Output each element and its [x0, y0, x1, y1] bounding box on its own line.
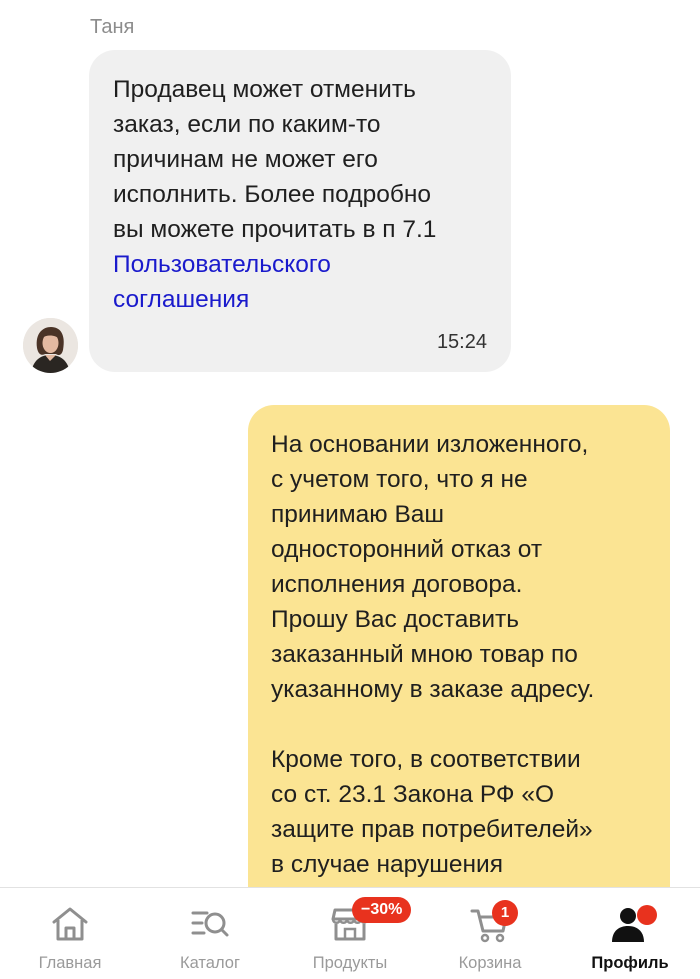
tab-label: Продукты	[312, 954, 388, 972]
tab-profile[interactable]: Профиль	[560, 888, 700, 979]
message-line: с учетом того, что я не	[271, 466, 528, 493]
message-line: вы можете прочитать в п 7.1	[113, 216, 437, 243]
message-line: заказанный мною товар по	[271, 641, 578, 668]
message-line: причинам не может его	[113, 146, 378, 173]
chat-area[interactable]: Таня Продавец может отменить заказ, если…	[0, 0, 700, 887]
tab-catalog[interactable]: Каталог	[140, 888, 280, 979]
link-line[interactable]: Пользовательского	[113, 247, 487, 282]
cart-count-badge: 1	[492, 900, 518, 926]
message-line: Продавец может отменить	[113, 76, 416, 103]
message-time: 15:24	[436, 331, 487, 353]
link-line[interactable]: соглашения	[113, 282, 487, 317]
avatar[interactable]	[23, 318, 78, 373]
tab-products[interactable]: −30% Продукты	[280, 888, 420, 979]
home-icon	[48, 902, 92, 946]
message-line: Прошу Вас доставить	[271, 606, 520, 633]
outgoing-message-text: На основании изложенного, с учетом того,…	[271, 427, 648, 882]
message-line: указанному в заказе адресу.	[271, 676, 595, 703]
discount-badge: −30%	[352, 897, 412, 923]
avatar-photo	[23, 318, 78, 373]
message-line: исполнения договора.	[271, 571, 523, 598]
message-line: защите прав потребителей»	[271, 816, 593, 843]
message-line: со ст. 23.1 Закона РФ «О	[271, 781, 555, 808]
outgoing-message-bubble[interactable]: На основании изложенного, с учетом того,…	[248, 405, 670, 887]
tab-label: Главная	[38, 954, 102, 972]
profile-icon	[608, 902, 657, 946]
tab-label: Каталог	[180, 954, 240, 972]
sender-name: Таня	[90, 16, 135, 38]
tab-label: Профиль	[591, 954, 669, 972]
message-line: Кроме того, в соответствии	[271, 746, 581, 773]
user-agreement-link[interactable]: Пользовательского соглашения	[113, 247, 487, 317]
message-line: заказ, если по каким-то	[113, 111, 381, 138]
tab-label: Корзина	[458, 954, 522, 972]
tab-home[interactable]: Главная	[0, 888, 140, 979]
catalog-search-icon	[188, 902, 232, 946]
message-line: в случае нарушения	[271, 851, 503, 878]
bottom-tab-bar: Главная Каталог −30% Продукты 1 Корзина …	[0, 887, 700, 979]
message-line: односторонний отказ от	[271, 536, 543, 563]
message-line: исполнить. Более подробно	[113, 181, 432, 208]
message-line: принимаю Ваш	[271, 501, 445, 528]
incoming-message-text: Продавец может отменить заказ, если по к…	[113, 72, 487, 317]
tab-cart[interactable]: 1 Корзина	[420, 888, 560, 979]
incoming-message-bubble[interactable]: Продавец может отменить заказ, если по к…	[89, 50, 511, 372]
message-line: На основании изложенного,	[271, 431, 589, 458]
